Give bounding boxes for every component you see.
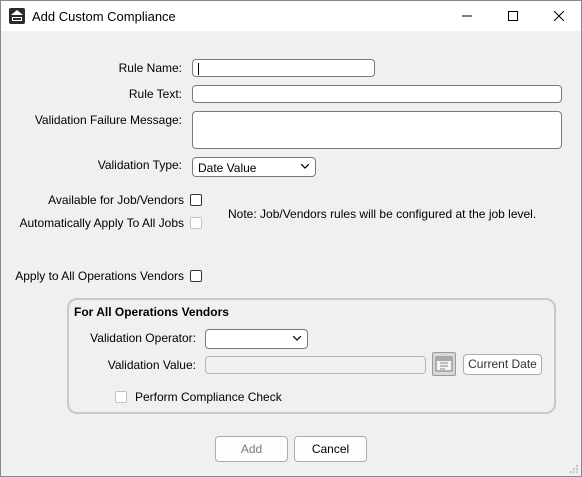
- rule-name-label: Rule Name:: [118, 61, 182, 75]
- apply-all-ops-label: Apply to All Operations Vendors: [15, 269, 184, 283]
- group-title: For All Operations Vendors: [74, 305, 229, 319]
- calendar-icon: [435, 356, 453, 372]
- apply-all-ops-checkbox[interactable]: [190, 270, 202, 282]
- chevron-down-icon: [301, 164, 309, 169]
- perform-check-checkbox[interactable]: [115, 391, 127, 403]
- rule-text-input[interactable]: [192, 85, 562, 103]
- close-icon: [554, 11, 564, 21]
- maximize-button[interactable]: [490, 1, 536, 31]
- auto-apply-label: Automatically Apply To All Jobs: [19, 216, 184, 230]
- window-title: Add Custom Compliance: [32, 9, 176, 24]
- text-caret: [198, 63, 199, 75]
- sfc-logo-icon: [9, 8, 25, 24]
- maximize-icon: [508, 11, 518, 21]
- minimize-button[interactable]: [444, 1, 490, 31]
- available-checkbox[interactable]: [190, 194, 202, 206]
- validation-type-label: Validation Type:: [97, 158, 182, 172]
- validation-type-select[interactable]: Date Value: [192, 157, 316, 177]
- note-text: Note: Job/Vendors rules will be configur…: [228, 207, 537, 221]
- resize-grip-icon[interactable]: [569, 464, 579, 474]
- add-button[interactable]: Add: [215, 436, 288, 462]
- minimize-icon: [462, 15, 472, 17]
- chevron-down-icon: [293, 336, 301, 341]
- failure-message-input[interactable]: [192, 111, 562, 149]
- close-button[interactable]: [536, 1, 582, 31]
- validation-value-label: Validation Value:: [107, 358, 196, 372]
- failure-message-label: Validation Failure Message:: [34, 113, 182, 127]
- validation-type-value: Date Value: [198, 161, 257, 175]
- validation-value-input[interactable]: [205, 356, 426, 374]
- auto-apply-checkbox[interactable]: [190, 217, 202, 229]
- rule-text-label: Rule Text:: [128, 87, 182, 101]
- title-bar[interactable]: Add Custom Compliance: [1, 1, 581, 31]
- available-label: Available for Job/Vendors: [48, 193, 184, 207]
- validation-operator-label: Validation Operator:: [90, 331, 196, 345]
- calendar-button[interactable]: [432, 352, 456, 376]
- current-date-button[interactable]: Current Date: [463, 354, 542, 375]
- perform-check-label: Perform Compliance Check: [135, 390, 282, 404]
- validation-operator-select[interactable]: [205, 329, 308, 349]
- rule-name-input[interactable]: [192, 59, 375, 77]
- cancel-button[interactable]: Cancel: [294, 436, 367, 462]
